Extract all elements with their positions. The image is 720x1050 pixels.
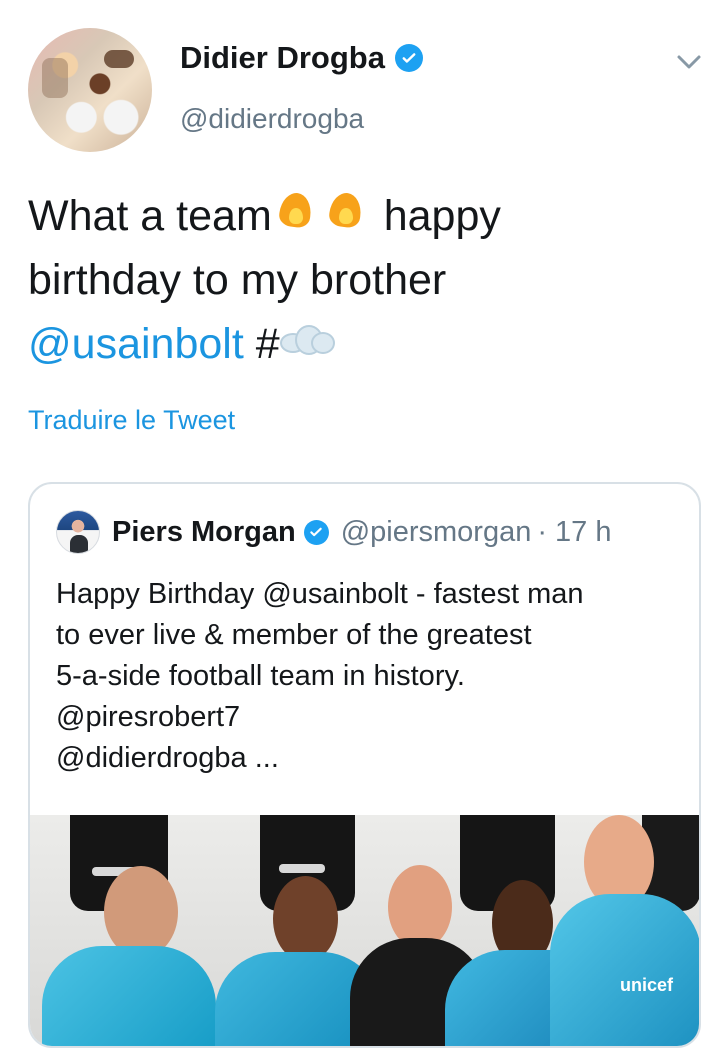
verified-badge-icon [394,43,423,72]
verified-badge-icon [303,519,329,545]
quoted-author-handle[interactable]: @piersmorgan [341,516,532,549]
player-figure [42,866,216,1046]
quoted-tweet-time: · 17 h [537,515,612,548]
quoted-text-line: 5-a-side football team in history. [56,660,465,692]
tweet-text: What a team happy birthday to my brother… [28,184,688,376]
quoted-tweet-header: Piers Morgan @piersmorgan · 17 h [56,508,612,556]
tweet-text-part: happy [383,192,501,240]
translate-tweet-link[interactable]: Traduire le Tweet [28,405,235,436]
quoted-text-line: @didierdrogba ... [56,742,279,774]
quoted-text-line: to ever live & member of the greatest [56,619,532,651]
player-figure [550,815,699,1046]
quoted-text-line: @piresrobert7 [56,701,241,733]
mention-link[interactable]: @usainbolt [28,320,244,368]
author-name-row[interactable]: Didier Drogba [180,42,423,73]
shirt-sponsor-text: unicef [620,975,674,995]
dash-cloud-emoji-icon [279,323,338,361]
quoted-author-avatar[interactable] [56,510,100,554]
quoted-tweet-card[interactable]: Piers Morgan @piersmorgan · 17 h Happy B… [28,482,701,1048]
quoted-author-name[interactable]: Piers Morgan [112,516,296,549]
fire-emoji-icon [326,188,368,232]
chevron-down-icon[interactable] [672,50,706,74]
shirt-logo [279,864,325,873]
hashtag-symbol[interactable]: # [256,320,280,368]
author-handle[interactable]: @didierdrogba [180,103,364,135]
author-avatar[interactable] [28,28,152,152]
tweet-header: Didier Drogba @didierdrogba [0,0,720,170]
author-display-name[interactable]: Didier Drogba [180,42,385,73]
quoted-tweet-text: Happy Birthday @usainbolt - fastest man … [56,574,676,779]
quoted-text-line: Happy Birthday @usainbolt - fastest man [56,578,584,610]
tweet-text-part: birthday to my brother [28,256,447,304]
tweet-text-part: What a team [28,192,272,240]
fire-emoji-icon [276,188,318,232]
quoted-tweet-photo[interactable]: unicef [30,815,699,1046]
